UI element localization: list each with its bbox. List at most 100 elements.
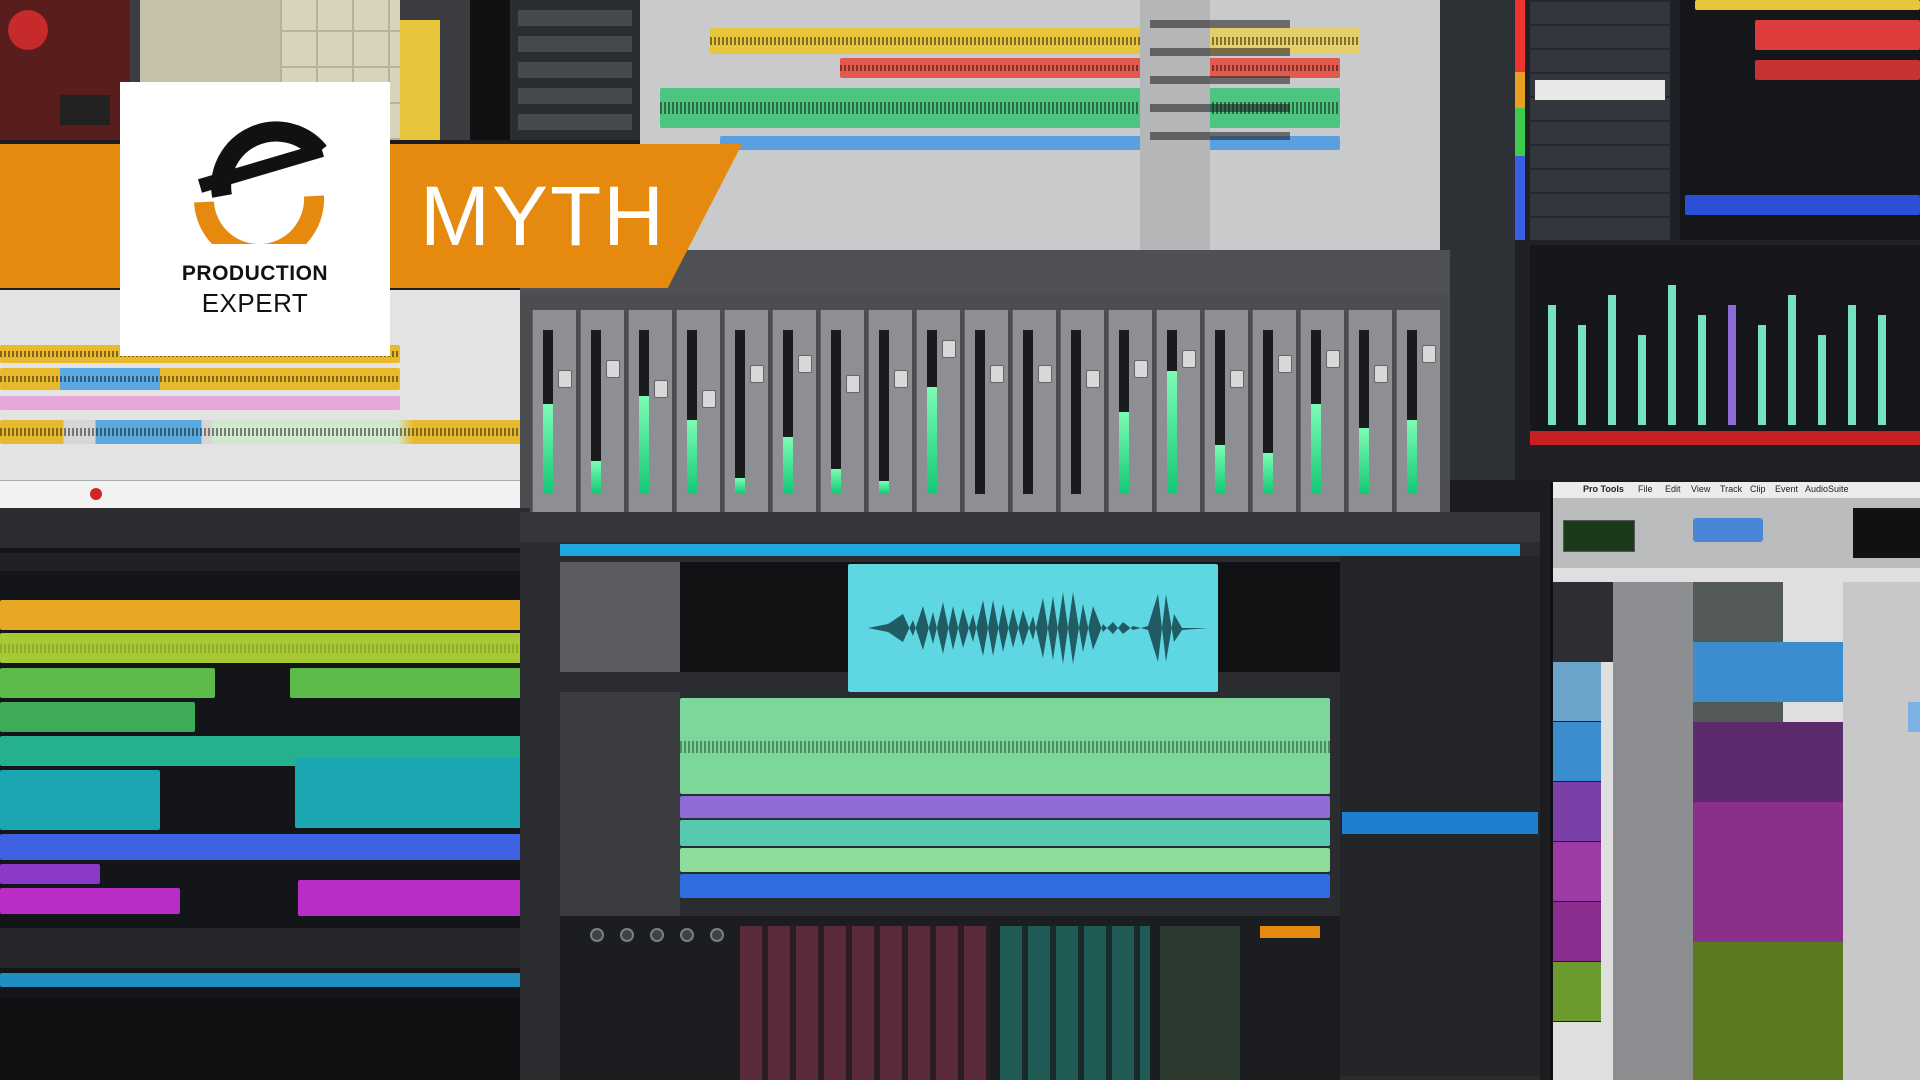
lane-clips-row[interactable]: [0, 420, 530, 444]
studio-track-header: [560, 562, 680, 672]
pt-inserts-column: [1613, 582, 1693, 1080]
channel-strip-19[interactable]: [1396, 310, 1440, 512]
pt-edit-tools[interactable]: [1693, 518, 1763, 542]
red-clip-dark[interactable]: [1695, 0, 1920, 10]
pink-lane-clip[interactable]: [0, 396, 400, 410]
pt-track-header-1[interactable]: [1553, 662, 1601, 722]
console-knob-3[interactable]: [650, 928, 664, 942]
channel-strip-18[interactable]: [1348, 310, 1392, 512]
channel-strip-1[interactable]: [532, 310, 576, 512]
pt-menu-7[interactable]: AudioSuite: [1805, 484, 1849, 494]
blue-track-clip[interactable]: [680, 874, 1330, 898]
pt-menu-0[interactable]: Pro Tools: [1583, 484, 1624, 494]
transport-bar-light: [0, 480, 530, 510]
console-teal-channels: [1000, 926, 1150, 1080]
pt-purple-region[interactable]: [1693, 722, 1843, 802]
pt-menu-1[interactable]: File: [1638, 484, 1653, 494]
console-red-channels: [740, 926, 990, 1080]
pt-track-header-6[interactable]: [1553, 962, 1601, 1022]
channel-strip-11[interactable]: [1012, 310, 1056, 512]
channel-strip-3[interactable]: [628, 310, 672, 512]
console-knob-5[interactable]: [710, 928, 724, 942]
channel-strip-13[interactable]: [1108, 310, 1152, 512]
lime-region[interactable]: [0, 633, 530, 663]
purple-track-clip[interactable]: [680, 796, 1330, 818]
magenta-region-2[interactable]: [298, 880, 530, 916]
channel-strip-9[interactable]: [916, 310, 960, 512]
green-region-3[interactable]: [0, 702, 195, 732]
pt-menu-5[interactable]: Clip: [1750, 484, 1766, 494]
pt-track-header-2[interactable]: [1553, 722, 1601, 782]
green-region-1[interactable]: [0, 668, 215, 698]
channel-strip-14[interactable]: [1156, 310, 1200, 512]
pt-menu-4[interactable]: Track: [1720, 484, 1742, 494]
pro-tools-window: Pro Tools File Edit View Track Clip Even…: [1550, 482, 1920, 1080]
blue-yellow-lane-clip[interactable]: [0, 368, 400, 390]
pt-olive-region[interactable]: [1693, 942, 1843, 1080]
console-bus: [1160, 926, 1240, 1080]
lightgreen-track-clip[interactable]: [680, 848, 1330, 872]
pt-magenta-region[interactable]: [1693, 802, 1843, 942]
studio-arrange-window: [520, 512, 1540, 1080]
channel-strip-7[interactable]: [820, 310, 864, 512]
teal-track-clip[interactable]: [680, 820, 1330, 846]
yellow-audio-clip[interactable]: [710, 28, 1140, 54]
channel-strip-10[interactable]: [964, 310, 1008, 512]
myth-label: MYTH: [420, 169, 666, 263]
browser-selected-item[interactable]: [1342, 812, 1538, 834]
pt-track-header-5[interactable]: [1553, 902, 1601, 962]
dark-colorful-arrange: [0, 508, 530, 1080]
pt-edge-clip[interactable]: [1908, 702, 1920, 732]
console-orange-tag: [1260, 926, 1320, 938]
pt-tracks-list: [1553, 582, 1613, 662]
red-clip-dark-2[interactable]: [1755, 20, 1920, 50]
pt-menu-6[interactable]: Event: [1775, 484, 1798, 494]
red-clip-dark-3[interactable]: [1755, 60, 1920, 80]
brand-name-line2: EXPERT: [201, 288, 309, 318]
channel-strip-12[interactable]: [1060, 310, 1104, 512]
channel-strip-17[interactable]: [1300, 310, 1344, 512]
cyan-waveform-clip[interactable]: [848, 564, 1218, 692]
rack-display: [60, 95, 110, 125]
pt-track-header-3[interactable]: [1553, 782, 1601, 842]
console-knob-4[interactable]: [680, 928, 694, 942]
channel-strip-4[interactable]: [676, 310, 720, 512]
channel-strip-6[interactable]: [772, 310, 816, 512]
yellow-region[interactable]: [0, 600, 530, 630]
rack-knob[interactable]: [8, 10, 48, 50]
record-button-icon[interactable]: [90, 488, 102, 500]
pt-track-header-4[interactable]: [1553, 842, 1601, 902]
cyan-region-2[interactable]: [295, 758, 530, 828]
rack-rows: [518, 10, 632, 130]
pt-counter: [1563, 520, 1635, 552]
pt-toolbar: [1553, 498, 1920, 568]
blue-region[interactable]: [0, 834, 530, 860]
cyan-region-1[interactable]: [0, 770, 160, 830]
pt-menu-3[interactable]: View: [1691, 484, 1710, 494]
green-track-clip[interactable]: [680, 698, 1330, 794]
console-knob-1[interactable]: [590, 928, 604, 942]
pt-menubar: Pro Tools File Edit View Track Clip Even…: [1553, 482, 1920, 499]
blue-clip-dark[interactable]: [1685, 195, 1920, 215]
channel-strip-5[interactable]: [724, 310, 768, 512]
dark-daw-window: [1440, 0, 1920, 480]
pt-menu-2[interactable]: Edit: [1665, 484, 1681, 494]
production-expert-logo-icon: [194, 121, 327, 244]
magenta-region-1[interactable]: [0, 888, 180, 914]
green-region-2[interactable]: [290, 668, 530, 698]
rack-channel-list: [510, 0, 640, 140]
selected-track-row[interactable]: [1535, 80, 1665, 100]
cyan-automation-lane[interactable]: [0, 973, 530, 987]
channel-strip-15[interactable]: [1204, 310, 1248, 512]
channel-strip-16[interactable]: [1252, 310, 1296, 512]
channel-strip-8[interactable]: [868, 310, 912, 512]
pt-blue-region[interactable]: [1693, 642, 1843, 702]
brand-name-line1: PRODUCTION: [181, 262, 329, 285]
rack-yellow-pad[interactable]: [400, 20, 440, 140]
dark-mixer: [1530, 245, 1920, 445]
channel-strip-2[interactable]: [580, 310, 624, 512]
console-knob-2[interactable]: [620, 928, 634, 942]
violet-region[interactable]: [0, 864, 100, 884]
studio-console: [560, 916, 1340, 1080]
dark-toolbar: [0, 508, 530, 548]
